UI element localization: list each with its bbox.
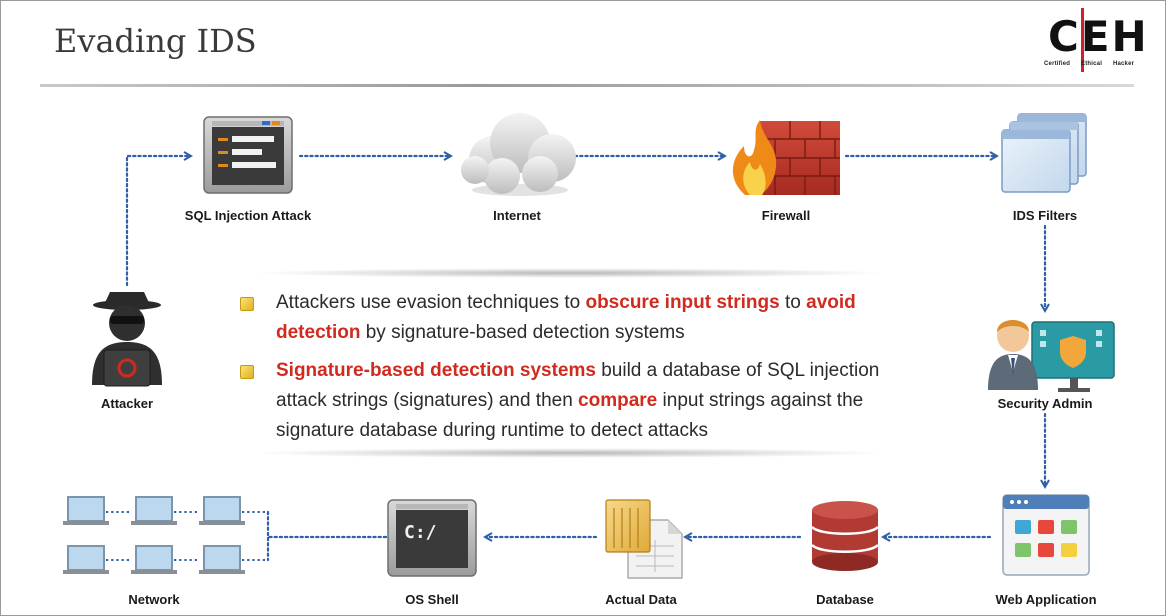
laptop-icon	[199, 496, 245, 525]
label-os-shell: OS Shell	[405, 592, 459, 607]
laptop-icon	[63, 496, 109, 525]
web-application-icon	[1002, 494, 1090, 576]
bullet-text: Attackers use evasion techniques to obsc…	[276, 288, 920, 348]
laptop-icon	[63, 545, 109, 574]
network-icon	[63, 496, 268, 574]
bullet-highlight: obscure input strings	[585, 292, 780, 313]
label-sql-injection: SQL Injection Attack	[184, 208, 312, 223]
bullet-square-icon	[240, 365, 254, 379]
label-internet: Internet	[493, 208, 541, 223]
panel-shadow-top	[250, 268, 890, 278]
bullet-text: Signature-based detection systems build …	[276, 356, 920, 446]
arrow-attacker-to-sql	[125, 156, 190, 287]
laptop-icon	[131, 496, 177, 525]
label-database: Database	[816, 592, 874, 607]
ids-filters-icon	[1001, 113, 1087, 193]
bullet-highlight: compare	[578, 390, 658, 411]
internet-cloud-icon	[461, 113, 576, 196]
bullet-item: Attackers use evasion techniques to obsc…	[240, 288, 920, 348]
security-admin-icon	[988, 320, 1115, 392]
bullet-segment: by signature-based detection systems	[360, 322, 685, 343]
label-actual-data: Actual Data	[605, 592, 677, 607]
label-network: Network	[128, 592, 180, 607]
actual-data-icon	[605, 499, 683, 579]
sql-injection-icon	[203, 116, 293, 194]
firewall-icon	[732, 120, 840, 195]
bullet-panel: Attackers use evasion techniques to obsc…	[210, 268, 930, 458]
label-ids-filters: IDS Filters	[1012, 208, 1078, 223]
laptop-icon	[199, 545, 245, 574]
slide: Evading IDS CEH Certified Ethical Hacker	[0, 0, 1166, 616]
bullet-square-icon	[240, 297, 254, 311]
attacker-icon	[92, 292, 162, 387]
label-security-admin: Security Admin	[997, 396, 1093, 411]
label-attacker: Attacker	[100, 396, 154, 411]
bullet-segment: to	[779, 292, 807, 313]
os-shell-screen-text: C:/	[404, 522, 437, 543]
database-icon	[811, 501, 879, 571]
label-firewall: Firewall	[761, 208, 811, 223]
bullet-item: Signature-based detection systems build …	[240, 356, 920, 446]
label-web-application: Web Application	[995, 592, 1097, 607]
bullet-highlight: Signature-based detection systems	[276, 360, 596, 381]
laptop-icon	[131, 545, 177, 574]
bullet-segment: Attackers use evasion techniques to	[276, 292, 586, 313]
os-shell-icon: C:/	[387, 499, 477, 577]
panel-shadow-bottom	[250, 448, 890, 458]
